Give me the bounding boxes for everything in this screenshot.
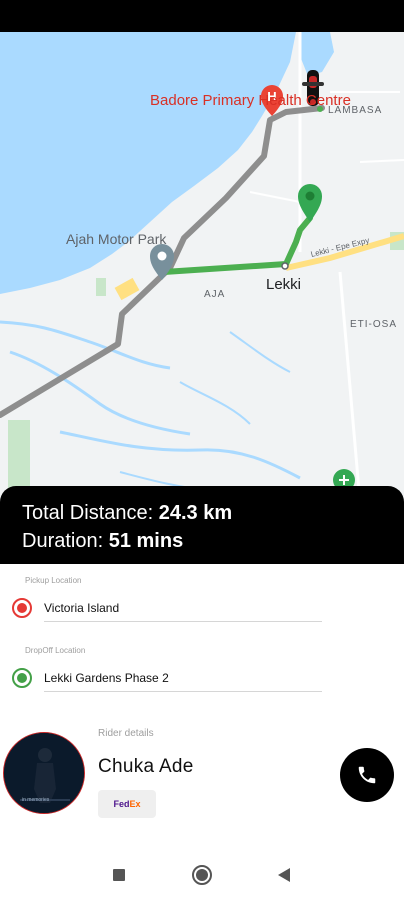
- map-highlight: [114, 277, 140, 301]
- distance-value: 24.3 km: [158, 502, 233, 524]
- status-bar: [0, 0, 404, 32]
- company-badge: FedEx: [98, 790, 156, 818]
- pickup-label: Pickup Location: [25, 576, 82, 585]
- duration-label: Duration:: [22, 530, 104, 552]
- call-button[interactable]: [340, 748, 394, 802]
- system-nav-bar: [0, 850, 404, 900]
- dropoff-field[interactable]: Lekki Gardens Phase 2: [44, 664, 322, 692]
- square-icon: [113, 869, 125, 881]
- pickup-field[interactable]: Victoria Island: [44, 594, 322, 622]
- company-logo-fed: Fed: [113, 799, 130, 809]
- home-button[interactable]: [190, 863, 214, 887]
- trip-info-banner: Total Distance: 24.3 km Duration: 51 min…: [0, 486, 404, 564]
- rider-details-label: Rider details: [98, 728, 154, 739]
- phone-icon: [358, 766, 376, 784]
- trip-details-sheet: Pickup Location Victoria Island DropOff …: [0, 564, 404, 850]
- lekki-node: [281, 262, 289, 270]
- dropoff-label: DropOff Location: [25, 646, 86, 655]
- pickup-row[interactable]: Victoria Island: [12, 594, 324, 624]
- dropoff-row[interactable]: Lekki Gardens Phase 2: [12, 664, 324, 694]
- pickup-marker-icon: [12, 598, 32, 618]
- circle-icon: [192, 865, 212, 885]
- duration-line: Duration: 51 mins: [22, 527, 382, 555]
- dropoff-marker-icon: [12, 668, 32, 688]
- hospital-label: Badore Primary Health Centre: [150, 92, 351, 109]
- recent-apps-button[interactable]: [107, 863, 131, 887]
- rider-name: Chuka Ade: [98, 756, 194, 777]
- rider-avatar[interactable]: in memories: [3, 732, 85, 814]
- area-aja: AJA: [204, 289, 226, 300]
- triangle-back-icon: [278, 868, 290, 882]
- distance-label: Total Distance:: [22, 502, 154, 524]
- back-button[interactable]: [272, 863, 296, 887]
- distance-line: Total Distance: 24.3 km: [22, 499, 382, 527]
- city-lekki: Lekki: [266, 276, 302, 293]
- park-label: Ajah Motor Park: [66, 231, 167, 247]
- company-logo-ex: Ex: [129, 799, 141, 809]
- area-lambasa: LAMBASA: [328, 105, 383, 116]
- area-eti-osa: ETI-OSA: [350, 319, 398, 330]
- duration-value: 51 mins: [108, 530, 184, 552]
- avatar-caption: in memories: [22, 797, 50, 803]
- map-view[interactable]: H Badore Primary Health Centre Ajah Moto…: [0, 32, 404, 502]
